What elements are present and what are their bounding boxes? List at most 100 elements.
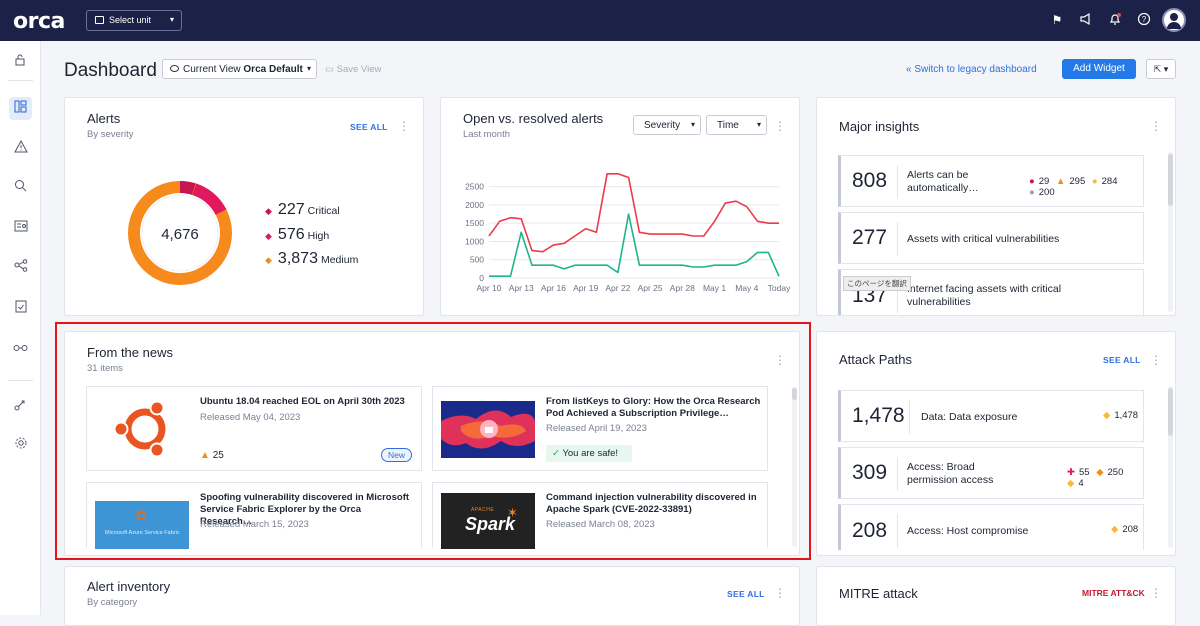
mitre-card: MITRE attack MITRE ATT&CK ⋮ [816,566,1176,626]
alert-inventory-card: Alert inventory By category SEE ALL ⋮ [64,566,800,626]
alerts-see-all-link[interactable]: SEE ALL [350,122,388,132]
mitre-logo-text: MITRE ATT&CK [1082,588,1145,598]
translate-tooltip[interactable]: このページを翻訳 [843,276,911,291]
save-icon: ▭ [325,64,334,75]
scrollbar-thumb[interactable] [1168,388,1173,436]
attack-path-divider [897,457,898,491]
attack-path-item[interactable]: 309 Access: Broad permission access ✚ 55 … [838,447,1144,499]
share-button[interactable]: ⇱ ▾ [1146,59,1176,79]
diamond-icon: ◆ [1111,524,1119,535]
x-tick-label: Apr 16 [541,283,566,293]
unit-select[interactable]: Select unit ▾ [86,10,182,31]
diamond-icon: ◆ [265,206,272,216]
x-tick-label: Apr 28 [670,283,695,293]
critical-label: Critical [307,205,340,217]
severity-select-label: Severity [644,120,681,131]
attack-path-count: 208 [852,519,888,542]
attack-path-label: Data: Data exposure [921,411,1018,423]
insight-label: Assets with critical vulnerabilities [907,233,1060,245]
open-resolved-subtitle: Last month [463,129,510,140]
dashboard-icon[interactable] [9,97,32,120]
chevron-down-icon: ▾ [169,15,174,24]
diamond-icon: ◆ [265,255,272,265]
legacy-link-label: Switch to legacy dashboard [914,64,1037,75]
sidebar [0,41,41,615]
scrollbar-thumb[interactable] [1168,154,1173,206]
chevron-down-icon: ▾ [306,64,311,73]
highlight-box [55,322,811,560]
help-icon[interactable]: ? [1136,12,1152,28]
search-icon[interactable] [9,176,32,199]
attack-paths-title: Attack Paths [839,352,912,367]
high-label: High [307,230,330,242]
integrations-icon[interactable] [9,337,32,360]
attack-path-divider [897,514,898,548]
inventory-icon[interactable] [9,216,32,239]
alert-inventory-title: Alert inventory [87,579,171,594]
insight-item[interactable]: 277 Assets with critical vulnerabilities [838,212,1144,264]
page-title: Dashboard [64,60,157,81]
save-view-button[interactable]: ▭ Save View [325,64,381,75]
x-tick-label: May 1 [703,283,726,293]
attack-path-item[interactable]: 1,478 Data: Data exposure ◆ 1,478 [838,390,1144,442]
attack-paths-see-all-link[interactable]: SEE ALL [1103,355,1141,365]
unit-select-label: Select unit [109,15,152,25]
bell-icon[interactable] [1107,12,1123,28]
more-options-icon[interactable]: ⋮ [1150,120,1162,132]
insight-count: 808 [852,169,888,192]
mitre-logo: MITRE ATT&CK [1082,588,1145,598]
eye-icon [170,65,179,72]
legend-medium[interactable]: ◆ 3,873 Medium [265,250,358,268]
attack-path-item[interactable]: 208 Access: Host compromise ◆ 208 [838,504,1144,550]
attack-path-label: Access: Host compromise [907,525,1029,537]
more-options-icon[interactable]: ⋮ [398,120,410,132]
alert-icon[interactable] [9,137,32,160]
insights-title: Major insights [839,119,920,134]
current-view-label: Current View [183,64,241,75]
badge-high: 55 [1078,467,1090,478]
time-select[interactable]: Time ▾ [706,115,767,135]
attack-path-badges: ✚ 55 ◆ 250 ◆ 4 [1063,467,1143,489]
badge-critical: 29 [1038,176,1050,187]
legend-high[interactable]: ◆ 576 High [265,226,329,244]
orca-logo[interactable]: orca [13,9,65,34]
automation-icon[interactable] [9,395,32,418]
y-tick-label: 2500 [465,182,484,192]
settings-icon[interactable] [9,434,32,457]
alerts-subtitle: By severity [87,129,134,140]
diamond-icon: ● [1029,187,1035,198]
more-options-icon[interactable]: ⋮ [1150,587,1162,599]
current-view-select[interactable]: Current View Orca Default ▾ [162,59,317,79]
mitre-title: MITRE attack [839,586,918,601]
more-options-icon[interactable]: ⋮ [1150,354,1162,366]
insight-label: Internet facing assets with critical vul… [907,283,1062,308]
legend-critical[interactable]: ◆ 227 Critical [265,201,340,219]
insight-severity-badges: ● 29 ▲ 295 ● 284 ● 200 [1025,176,1143,198]
severity-select[interactable]: Severity ▾ [633,115,701,135]
more-options-icon[interactable]: ⋮ [774,587,786,599]
insight-label: Alerts can be automatically… [907,169,979,194]
megaphone-icon[interactable] [1078,12,1094,28]
y-tick-label: 1000 [465,236,484,246]
medium-count: 3,873 [277,250,318,267]
flag-icon[interactable]: ⚑ [1049,12,1065,28]
insight-item[interactable]: 137 Internet facing assets with critical… [838,269,1144,315]
legacy-dashboard-link[interactable]: « Switch to legacy dashboard [906,64,1037,75]
alerts-card: Alerts By severity SEE ALL ⋮ 4,676 ◆ 227 C… [64,97,424,316]
insight-divider [897,165,898,199]
x-tick-label: Apr 19 [573,283,598,293]
unlock-icon[interactable] [9,50,32,73]
badge-medium: 250 [1107,467,1124,478]
compliance-icon[interactable] [9,297,32,320]
alert-inventory-see-all-link[interactable]: SEE ALL [727,589,765,599]
more-options-icon[interactable]: ⋮ [774,120,786,132]
diamond-icon: ◆ [1096,467,1104,478]
current-view-value: Orca Default [243,64,303,75]
insight-count: 277 [852,226,888,249]
diamond-icon: ▲ [1055,176,1066,187]
insight-item[interactable]: 808 Alerts can be automatically… ● 29 ▲ 29… [838,155,1144,207]
user-avatar[interactable] [1162,8,1186,32]
add-widget-button[interactable]: Add Widget [1062,59,1136,79]
graph-icon[interactable] [9,256,32,279]
x-tick-label: Apr 10 [476,283,501,293]
